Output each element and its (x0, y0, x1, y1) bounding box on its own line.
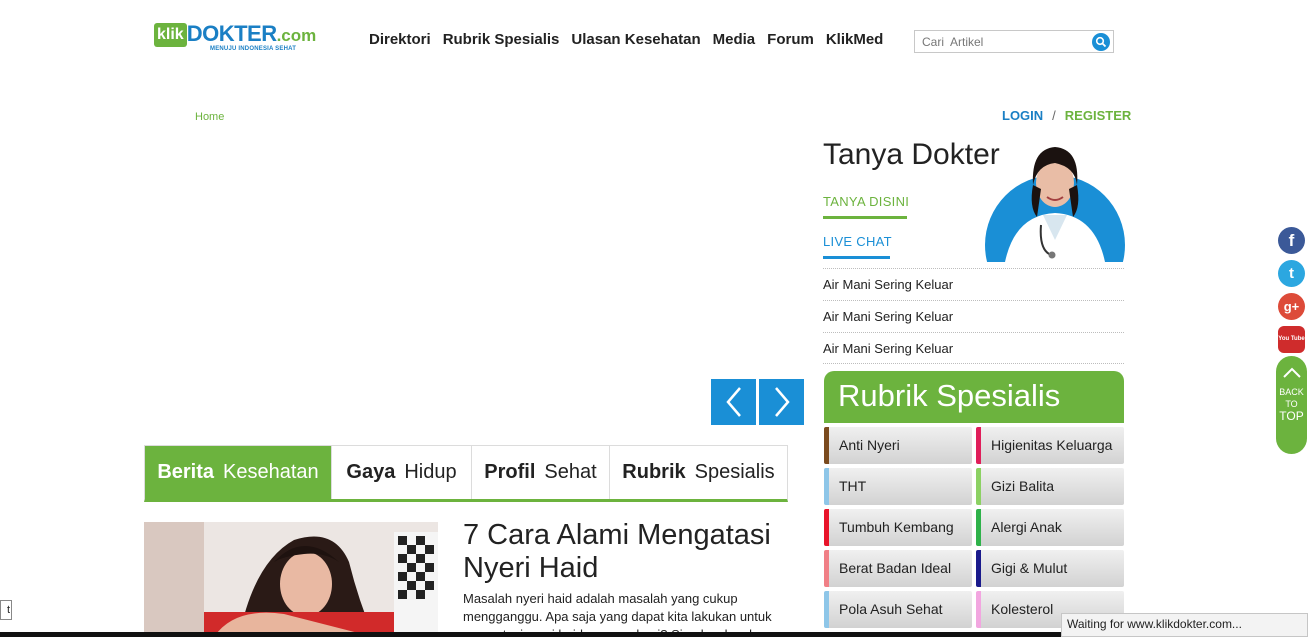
tab-berita-kesehatan[interactable]: Berita Kesehatan (145, 446, 332, 499)
bottom-edge (0, 632, 1061, 637)
browser-status-bar: Waiting for www.klikdokter.com... (1061, 613, 1308, 637)
tab-rest: Sehat (544, 461, 597, 483)
corner-tab: t (0, 600, 12, 620)
register-link[interactable]: REGISTER (1065, 108, 1131, 123)
main-nav: Direktori Rubrik Spesialis Ulasan Keseha… (369, 31, 883, 48)
tab-bold: Profil (484, 461, 536, 483)
tab-gaya-hidup[interactable]: Gaya Hidup (332, 446, 472, 499)
tab-bold: Rubrik (622, 461, 686, 483)
rubrik-item-alergi-anak[interactable]: Alergi Anak (976, 509, 1124, 546)
rubrik-item-tht[interactable]: THT (824, 468, 972, 505)
question-list: Air Mani Sering Keluar Air Mani Sering K… (823, 268, 1124, 364)
auth-links: LOGIN / REGISTER (1002, 108, 1131, 123)
logo-klik: klik (154, 23, 187, 47)
search-input[interactable] (915, 31, 1085, 52)
rubrik-item-tumbuh-kembang[interactable]: Tumbuh Kembang (824, 509, 972, 546)
rubrik-item-berat-badan-ideal[interactable]: Berat Badan Ideal (824, 550, 972, 587)
nav-item-direktori[interactable]: Direktori (369, 31, 431, 48)
twitter-glyph: t (1289, 265, 1294, 282)
tab-rest: Spesialis (694, 461, 775, 483)
doctor-avatar (985, 145, 1125, 262)
article-title[interactable]: 7 Cara Alami Mengatasi Nyeri Haid (463, 519, 793, 585)
auth-separator: / (1052, 108, 1056, 123)
question-item[interactable]: Air Mani Sering Keluar (823, 300, 1124, 332)
chevron-left-icon (725, 387, 741, 417)
logo-com: .com (276, 26, 317, 45)
live-chat-link[interactable]: LIVE CHAT (823, 234, 892, 259)
rubrik-item-anti-nyeri[interactable]: Anti Nyeri (824, 427, 972, 464)
rubrik-item-gigi-mulut[interactable]: Gigi & Mulut (976, 550, 1124, 587)
question-item[interactable]: Air Mani Sering Keluar (823, 332, 1124, 364)
logo-wordmark: klik DOKTER.com (154, 22, 344, 48)
article-excerpt: Masalah nyeri haid adalah masalah yang c… (463, 591, 791, 637)
back-to-top-line1: BACK (1279, 387, 1304, 397)
rubrik-item-gizi-balita[interactable]: Gizi Balita (976, 468, 1124, 505)
tab-rest: Kesehatan (223, 461, 319, 483)
tab-bold: Berita (157, 461, 215, 483)
tab-profil-sehat[interactable]: Profil Sehat (472, 446, 610, 499)
nav-item-ulasan-kesehatan[interactable]: Ulasan Kesehatan (571, 31, 700, 48)
tanya-disini-link[interactable]: TANYA DISINI (823, 194, 909, 219)
tanya-dokter-title: Tanya Dokter (823, 138, 1000, 171)
search-button[interactable] (1092, 33, 1110, 51)
tab-rest: Hidup (404, 461, 457, 483)
rubrik-spesialis-heading: Rubrik Spesialis (824, 371, 1124, 423)
nav-item-forum[interactable]: Forum (767, 31, 814, 48)
google-plus-glyph: g+ (1283, 299, 1300, 314)
logo-tagline: MENUJU INDONESIA SEHAT (210, 46, 297, 52)
article-photo (144, 522, 438, 637)
back-to-top-button[interactable]: BACK TO TOP (1276, 356, 1307, 454)
chevron-right-icon (774, 387, 790, 417)
slider-next-button[interactable] (759, 379, 804, 425)
site-logo[interactable]: klik DOKTER.com MENUJU INDONESIA SEHAT (154, 22, 344, 58)
nav-item-media[interactable]: Media (713, 31, 756, 48)
page: klik DOKTER.com MENUJU INDONESIA SEHAT Di… (0, 0, 1308, 637)
logo-dokter: DOKTER (186, 21, 277, 46)
breadcrumb-home[interactable]: Home (195, 111, 224, 123)
tab-rubrik-spesialis[interactable]: Rubrik Spesialis (610, 446, 787, 499)
search-box (914, 30, 1114, 53)
google-plus-icon[interactable]: g+ (1278, 293, 1305, 320)
youtube-icon[interactable]: You Tube (1278, 326, 1305, 353)
nav-item-klikmed[interactable]: KlikMed (826, 31, 884, 48)
facebook-icon[interactable]: f (1278, 227, 1305, 254)
nav-item-rubrik-spesialis[interactable]: Rubrik Spesialis (443, 31, 560, 48)
rubrik-item-higienitas-keluarga[interactable]: Higienitas Keluarga (976, 427, 1124, 464)
rubrik-item-pola-asuh-sehat[interactable]: Pola Asuh Sehat (824, 591, 972, 628)
chevron-up-icon (1282, 367, 1301, 378)
article-thumbnail[interactable] (144, 522, 438, 637)
question-item[interactable]: Air Mani Sering Keluar (823, 268, 1124, 300)
slider-prev-button[interactable] (711, 379, 756, 425)
search-icon (1095, 36, 1107, 48)
youtube-glyph: You Tube (1278, 336, 1305, 342)
tab-bold: Gaya (346, 461, 396, 483)
facebook-glyph: f (1288, 230, 1295, 250)
category-tabs: Berita Kesehatan Gaya Hidup Profil Sehat Ru… (144, 445, 788, 502)
login-link[interactable]: LOGIN (1002, 108, 1043, 123)
twitter-icon[interactable]: t (1278, 260, 1305, 287)
back-to-top-line3: TOP (1279, 409, 1304, 423)
